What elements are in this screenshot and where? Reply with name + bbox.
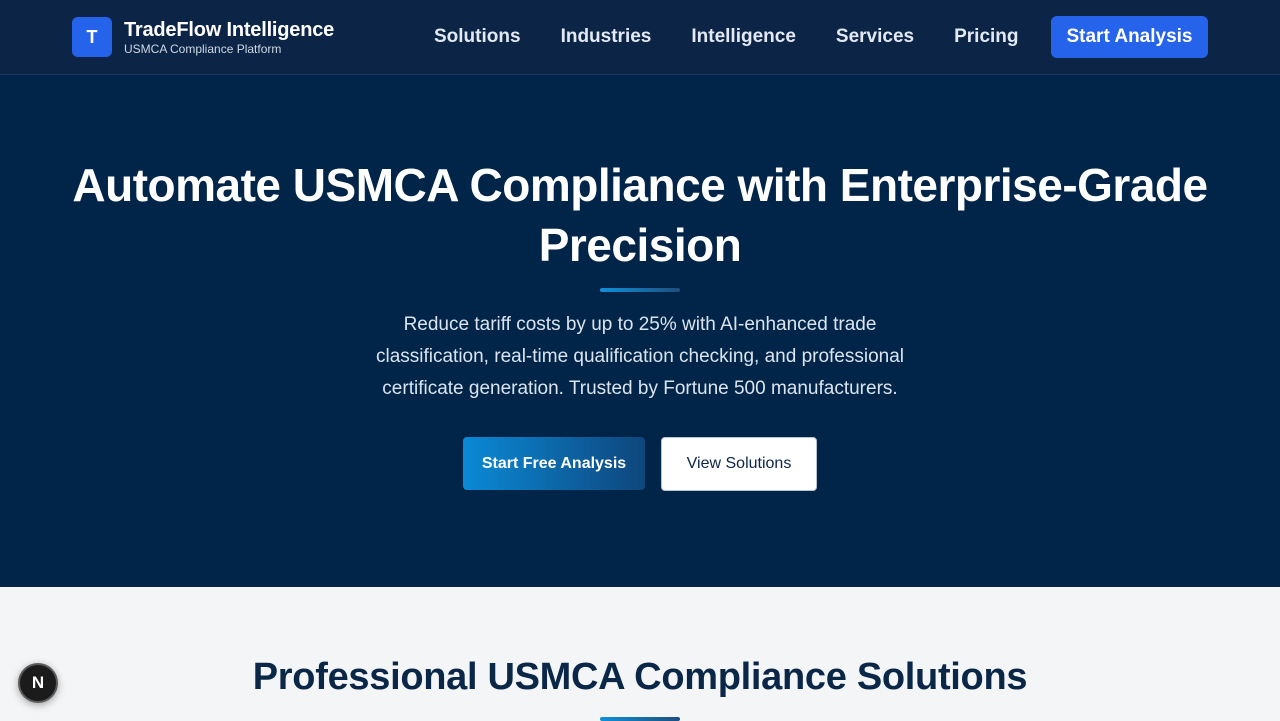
top-navbar: T TradeFlow Intelligence USMCA Complianc… xyxy=(0,0,1280,75)
nav-link-pricing[interactable]: Pricing xyxy=(954,24,1018,50)
nav-link-solutions[interactable]: Solutions xyxy=(434,24,521,50)
brand-logo-icon[interactable]: T xyxy=(72,17,112,57)
hero-divider xyxy=(600,288,680,292)
solutions-section-title: Professional USMCA Compliance Solutions xyxy=(252,656,1028,698)
view-solutions-button[interactable]: View Solutions xyxy=(661,437,817,491)
nav-link-intelligence[interactable]: Intelligence xyxy=(691,24,796,50)
brand[interactable]: T TradeFlow Intelligence USMCA Complianc… xyxy=(72,17,334,57)
brand-tagline: USMCA Compliance Platform xyxy=(124,42,282,56)
start-analysis-button[interactable]: Start Analysis xyxy=(1051,16,1208,58)
start-free-analysis-button[interactable]: Start Free Analysis xyxy=(463,437,645,490)
hero-section: Automate USMCA Compliance with Enterpris… xyxy=(0,75,1280,587)
solutions-section-divider xyxy=(600,717,680,721)
solutions-section: Professional USMCA Compliance Solutions xyxy=(0,587,1280,721)
main-nav: Solutions Industries Intelligence Servic… xyxy=(434,24,1059,50)
hero-description: Reduce tariff costs by up to 25% with AI… xyxy=(375,314,905,399)
hero-title: Automate USMCA Compliance with Enterpris… xyxy=(72,159,1208,271)
nextjs-dev-indicator-icon[interactable]: N xyxy=(18,663,58,703)
nav-link-industries[interactable]: Industries xyxy=(561,24,652,50)
brand-text: TradeFlow Intelligence USMCA Compliance … xyxy=(124,18,334,56)
brand-name[interactable]: TradeFlow Intelligence xyxy=(124,18,334,42)
nav-link-services[interactable]: Services xyxy=(836,24,914,50)
nextjs-badge-letter: N xyxy=(31,673,45,692)
